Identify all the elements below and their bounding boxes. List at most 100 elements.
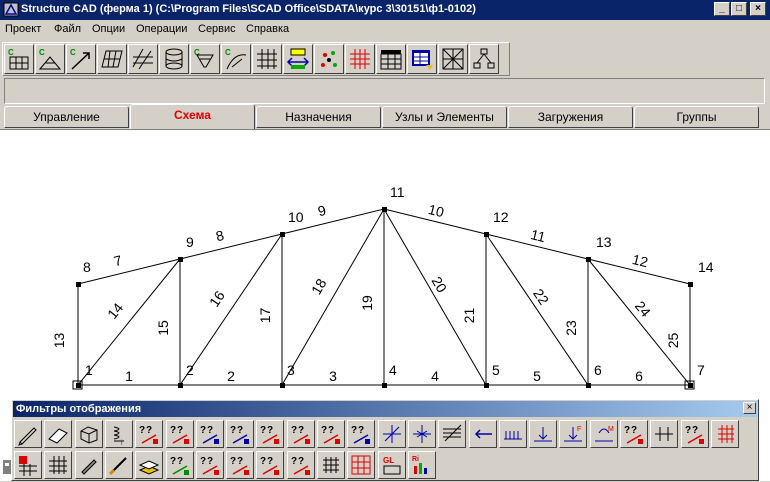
tab-assignments[interactable]: Назначения bbox=[256, 106, 381, 128]
grid-table-icon[interactable] bbox=[14, 451, 42, 479]
empty-toolbar-area bbox=[4, 78, 765, 104]
svg-text:?: ? bbox=[207, 456, 213, 467]
load-moment-icon[interactable]: M bbox=[589, 420, 618, 448]
load-force-icon[interactable]: F bbox=[559, 420, 588, 448]
query-g-icon[interactable]: ?? bbox=[226, 451, 255, 479]
hatch-icon[interactable] bbox=[438, 420, 467, 448]
truss-node[interactable] bbox=[178, 383, 183, 388]
arrow-left-icon[interactable] bbox=[468, 420, 497, 448]
ri-chart-icon[interactable]: Ri bbox=[407, 451, 436, 479]
tab-scheme[interactable]: Схема bbox=[130, 104, 255, 130]
scheme-arrow-icon[interactable]: C bbox=[66, 44, 96, 74]
diagonal-grid-icon[interactable] bbox=[128, 44, 158, 74]
tab-nodes-elements[interactable]: Узлы и Элементы bbox=[382, 106, 507, 128]
truss-node[interactable] bbox=[688, 383, 693, 388]
truss-node[interactable] bbox=[178, 257, 183, 262]
node-cloud-icon[interactable] bbox=[314, 44, 344, 74]
query-i-cross-icon[interactable]: ?? bbox=[165, 420, 194, 448]
grid-corner-icon[interactable] bbox=[710, 420, 739, 448]
truss-node[interactable] bbox=[484, 383, 489, 388]
truss-element[interactable] bbox=[383, 208, 487, 386]
align-icon[interactable] bbox=[283, 44, 313, 74]
query-m-icon[interactable]: ?? bbox=[620, 420, 648, 448]
divider-icon[interactable] bbox=[650, 420, 679, 448]
truss-node[interactable] bbox=[76, 282, 81, 287]
truss-node[interactable] bbox=[484, 232, 489, 237]
calc-table-icon[interactable] bbox=[407, 44, 437, 74]
plane-grid-icon[interactable] bbox=[97, 44, 127, 74]
cylinder-icon[interactable] bbox=[159, 44, 189, 74]
truss-element[interactable] bbox=[179, 233, 283, 260]
maximize-button[interactable]: □ bbox=[731, 2, 747, 16]
cross-axes-arrows-icon[interactable] bbox=[407, 420, 436, 448]
truss-node[interactable] bbox=[688, 282, 693, 287]
menu-project[interactable]: Проект bbox=[5, 23, 41, 35]
query-y-icon[interactable]: ?? bbox=[680, 420, 709, 448]
close-button[interactable]: × bbox=[750, 2, 766, 16]
query-n-icon[interactable]: ?? bbox=[195, 451, 224, 479]
element-number-label: 3 bbox=[329, 368, 337, 384]
load-bar-icon[interactable] bbox=[498, 420, 527, 448]
menu-help[interactable]: Справка bbox=[246, 23, 289, 35]
svg-text:?: ? bbox=[685, 425, 691, 436]
funnel-icon[interactable]: C bbox=[190, 44, 220, 74]
table-grid-icon[interactable] bbox=[376, 44, 406, 74]
svg-text:C: C bbox=[39, 48, 45, 57]
grid-dots-icon[interactable] bbox=[44, 451, 73, 479]
element-number-label: 13 bbox=[51, 333, 67, 349]
query-i-icon[interactable]: ?? bbox=[135, 420, 164, 448]
minimize-button[interactable]: _ bbox=[714, 2, 730, 16]
spring-icon[interactable]: i bbox=[104, 420, 133, 448]
element-number-label: 4 bbox=[431, 368, 439, 384]
menu-service[interactable]: Сервис bbox=[198, 23, 236, 35]
layers-icon[interactable] bbox=[135, 451, 164, 479]
query-node-numbers-icon[interactable]: ?? bbox=[165, 451, 194, 479]
menu-operations[interactable]: Операции bbox=[136, 23, 187, 35]
eraser-icon[interactable] bbox=[44, 420, 73, 448]
load-bar-down-icon[interactable] bbox=[529, 420, 558, 448]
query-nodes-icon[interactable]: ?? bbox=[347, 420, 376, 448]
grid-mesh-icon[interactable] bbox=[345, 44, 375, 74]
frame-grid-icon[interactable] bbox=[317, 451, 345, 479]
svg-text:?: ? bbox=[267, 425, 273, 436]
grid-insert-icon[interactable] bbox=[252, 44, 282, 74]
tab-control[interactable]: Управление bbox=[4, 106, 129, 128]
query-r-icon[interactable]: ?? bbox=[286, 420, 315, 448]
truss-element[interactable] bbox=[77, 258, 181, 285]
svg-text:?: ? bbox=[200, 456, 206, 467]
query-e-icon[interactable]: ?? bbox=[256, 420, 285, 448]
truss-node[interactable] bbox=[280, 232, 285, 237]
tab-groups[interactable]: Группы bbox=[634, 106, 759, 128]
element-number-label: 19 bbox=[359, 295, 375, 311]
truss-element[interactable] bbox=[485, 233, 589, 386]
truss-node[interactable] bbox=[586, 257, 591, 262]
query-support-icon[interactable]: ?? bbox=[317, 420, 345, 448]
tab-loads[interactable]: Загружения bbox=[508, 106, 633, 128]
truss-node[interactable] bbox=[382, 383, 387, 388]
query-nj-icon[interactable]: ?? bbox=[226, 420, 255, 448]
gl-icon[interactable]: GL bbox=[377, 451, 406, 479]
truss-node[interactable] bbox=[382, 207, 387, 212]
cross-axes-icon[interactable] bbox=[377, 420, 406, 448]
menu-file[interactable]: Файл bbox=[54, 23, 81, 35]
curve-icon[interactable]: C bbox=[221, 44, 251, 74]
brush-icon[interactable] bbox=[104, 451, 133, 479]
query-g-cross-icon[interactable]: ?? bbox=[286, 451, 315, 479]
red-grid-icon[interactable] bbox=[347, 451, 376, 479]
svg-text:?: ? bbox=[177, 425, 183, 436]
menu-options[interactable]: Опции bbox=[92, 23, 125, 35]
new-scheme-2-icon[interactable]: C bbox=[35, 44, 65, 74]
new-scheme-icon[interactable]: C bbox=[4, 44, 34, 74]
query-ne-icon[interactable]: ?? bbox=[195, 420, 224, 448]
pencil-icon[interactable] bbox=[14, 420, 42, 448]
box-3d-icon[interactable] bbox=[74, 420, 103, 448]
palette-close-button[interactable]: × bbox=[743, 402, 756, 414]
truss-node[interactable] bbox=[280, 383, 285, 388]
pencil-bar-icon[interactable] bbox=[74, 451, 103, 479]
truss-node[interactable] bbox=[586, 383, 591, 388]
truss-node[interactable] bbox=[76, 383, 81, 388]
truss-element[interactable] bbox=[587, 258, 691, 386]
frame-box-icon[interactable] bbox=[438, 44, 468, 74]
query-g-arrow-icon[interactable]: ?? bbox=[256, 451, 285, 479]
tree-icon[interactable] bbox=[469, 44, 499, 74]
